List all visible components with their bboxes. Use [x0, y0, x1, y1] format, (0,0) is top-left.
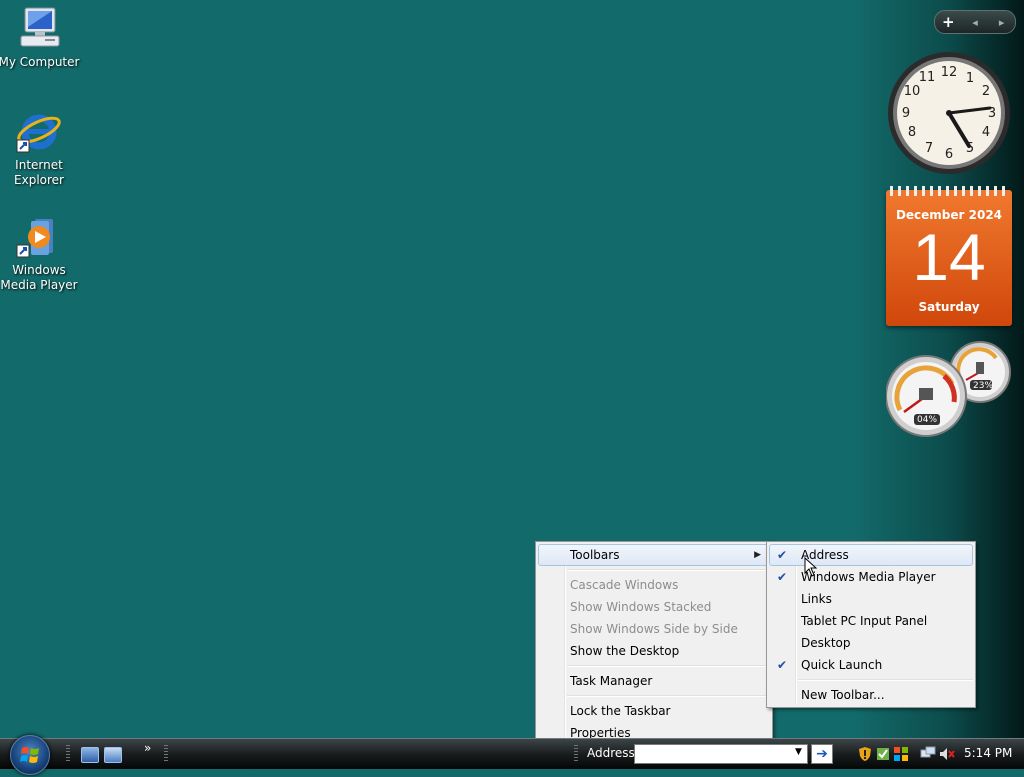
menu-item-label: Show the Desktop: [570, 644, 680, 658]
toolbar-option-quick-launch[interactable]: ✔ Quick Launch: [767, 654, 975, 676]
menu-item-show-windows-side-by-side[interactable]: Show Windows Side by Side: [536, 618, 772, 640]
address-toolbar-label: Address: [587, 746, 635, 760]
svg-text:4: 4: [982, 125, 990, 140]
switch-windows-icon[interactable]: [104, 747, 122, 763]
checkmark-icon: ✔: [776, 570, 788, 584]
menu-separator: [567, 695, 770, 697]
internet-explorer-icon: [15, 108, 63, 156]
address-go-button[interactable]: ➔: [811, 744, 833, 764]
previous-page-button[interactable]: ◂: [962, 16, 989, 29]
menu-item-label: Quick Launch: [801, 658, 883, 672]
menu-item-label: Tablet PC Input Panel: [801, 614, 928, 628]
menu-item-show-the-desktop[interactable]: Show the Desktop: [536, 640, 772, 662]
meter-gauges-icon: [885, 341, 1011, 437]
menu-item-toolbars[interactable]: Toolbars ▶: [538, 544, 770, 566]
toolbar-grip[interactable]: [574, 745, 578, 763]
taskbar-context-menu: Toolbars ▶ Cascade Windows Show Windows …: [535, 541, 773, 746]
toolbar-option-tablet-pc-input-panel[interactable]: Tablet PC Input Panel: [767, 610, 975, 632]
toolbar-option-new-toolbar[interactable]: New Toolbar...: [767, 684, 975, 706]
svg-text:7: 7: [925, 141, 933, 156]
desktop-icon-my-computer[interactable]: My Computer: [0, 5, 81, 70]
menu-item-label: Links: [801, 592, 832, 606]
menu-item-label: Cascade Windows: [570, 578, 679, 592]
menu-separator: [567, 665, 770, 667]
desktop-icon-internet-explorer[interactable]: Internet Explorer: [0, 108, 81, 188]
clock-gadget[interactable]: 12 1 2 345 678 9 10 11: [886, 50, 1012, 176]
media-player-icon: [15, 213, 63, 261]
toolbar-grip[interactable]: [66, 745, 70, 763]
taskbar: » Address ▼ ➔ 5:14 PM: [0, 735, 1024, 775]
menu-item-label: New Toolbar...: [801, 688, 885, 702]
svg-text:9: 9: [902, 106, 910, 121]
desktop-icon-windows-media-player[interactable]: Windows Media Player: [0, 213, 81, 293]
network-icon[interactable]: [920, 746, 936, 762]
checkmark-icon: ✔: [776, 658, 788, 672]
submenu-arrow-icon: ▶: [754, 550, 761, 560]
calendar-gadget[interactable]: December 2024 14 Saturday: [886, 186, 1012, 326]
toolbar-grip[interactable]: [164, 745, 168, 763]
svg-text:6: 6: [945, 147, 953, 162]
start-button[interactable]: [10, 735, 50, 775]
menu-item-label: Show Windows Stacked: [570, 600, 712, 614]
svg-text:1: 1: [966, 71, 974, 86]
cpu-meter-gadget[interactable]: 04% 23%: [885, 340, 1012, 440]
menu-separator: [798, 679, 973, 681]
menu-item-label: Toolbars: [570, 548, 620, 562]
svg-text:8: 8: [908, 125, 916, 140]
toolbar-option-desktop[interactable]: Desktop: [767, 632, 975, 654]
windows-update-icon[interactable]: [893, 746, 909, 762]
calendar-day: 14: [912, 220, 986, 294]
desktop-icon-label: My Computer: [0, 55, 80, 69]
memory-usage-value: 23%: [973, 381, 994, 391]
add-gadget-button[interactable]: +: [935, 13, 962, 31]
desktop-icon-label: Internet Explorer: [14, 158, 64, 187]
svg-text:11: 11: [919, 70, 936, 85]
clock-face-icon: 12 12 345 678 91011: [888, 52, 1010, 174]
menu-item-label: Desktop: [801, 636, 851, 650]
menu-item-label: Lock the Taskbar: [570, 704, 671, 718]
computer-icon: [15, 5, 63, 53]
sidebar-controls: + ◂ ▸: [934, 10, 1016, 34]
windows-sidebar-tray-icon[interactable]: [875, 746, 891, 762]
menu-item-label: Task Manager: [570, 674, 653, 688]
menu-item-show-windows-stacked[interactable]: Show Windows Stacked: [536, 596, 772, 618]
show-desktop-icon[interactable]: [81, 747, 99, 763]
svg-text:12: 12: [941, 65, 958, 80]
toolbar-option-windows-media-player[interactable]: ✔ Windows Media Player: [767, 566, 975, 588]
menu-separator: [567, 569, 770, 571]
toolbars-submenu: ✔ Address ✔ Windows Media Player Links T…: [766, 541, 976, 708]
windows-logo-icon: [20, 747, 39, 763]
checkmark-icon: ✔: [776, 548, 788, 562]
volume-muted-icon[interactable]: [939, 746, 955, 762]
toolbar-option-address[interactable]: ✔ Address: [769, 544, 973, 566]
next-page-button[interactable]: ▸: [988, 16, 1015, 29]
menu-item-label: Show Windows Side by Side: [570, 622, 738, 636]
menu-item-task-manager[interactable]: Task Manager: [536, 670, 772, 692]
address-dropdown-icon[interactable]: ▼: [795, 747, 802, 757]
security-shield-icon[interactable]: [857, 746, 873, 762]
svg-text:2: 2: [982, 84, 990, 99]
svg-text:10: 10: [904, 84, 921, 99]
menu-item-label: Windows Media Player: [801, 570, 936, 584]
menu-item-cascade-windows[interactable]: Cascade Windows: [536, 574, 772, 596]
calendar-weekday: Saturday: [918, 300, 980, 314]
menu-item-lock-the-taskbar[interactable]: Lock the Taskbar: [536, 700, 772, 722]
calendar-rings: [890, 186, 1008, 196]
system-clock[interactable]: 5:14 PM: [964, 746, 1012, 760]
quick-launch-chevron-icon[interactable]: »: [144, 741, 151, 755]
mouse-cursor-icon: [804, 557, 818, 577]
toolbar-option-links[interactable]: Links: [767, 588, 975, 610]
address-input[interactable]: [634, 744, 808, 764]
desktop-icon-label: Windows Media Player: [0, 263, 78, 292]
cpu-usage-value: 04%: [917, 415, 938, 425]
